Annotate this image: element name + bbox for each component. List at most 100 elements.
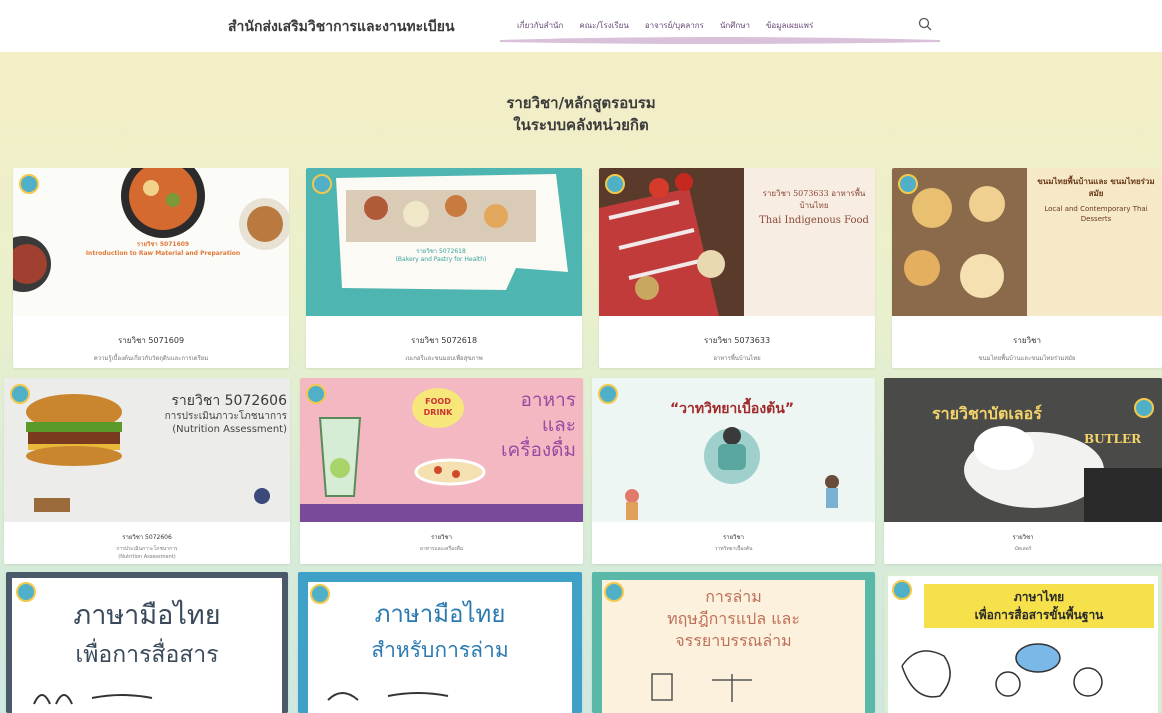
thumb-title: ขนมไทยพื้นบ้านและ ขนมไทยร่วมสมัย	[1037, 177, 1155, 198]
handshake-icon	[327, 692, 449, 701]
course-card[interactable]: รายวิชาบัตเลอร์ BUTLER รายวิชา บัตเลอร์	[884, 378, 1162, 564]
card-caption: รายวิชา ขนมไทยพื้นบ้านและขนมไทยร่วมสมัย	[892, 334, 1162, 363]
course-card[interactable]: รายวิชา 5072618 (Bakery and Pastry for H…	[306, 168, 582, 368]
thumb-title: รายวิชาบัตเลอร์	[932, 404, 1042, 423]
course-thumbnail: ภาษามือไทย เพื่อการสื่อสาร	[12, 578, 282, 713]
course-card[interactable]: รายวิชา 5072606 การประเมินภาวะโภชนาการ (…	[4, 378, 290, 564]
thumb-title: “วาทวิทยาเบื้องต้น”	[669, 401, 795, 417]
course-card[interactable]: รายวิชา 5073633 อาหารพื้นบ้านไทย Thai In…	[599, 168, 875, 368]
main-nav: เกี่ยวกับสำนัก คณะ/โรงเรียน อาจารย์/บุคล…	[517, 19, 829, 32]
search-icon[interactable]	[917, 16, 933, 32]
card-caption: รายวิชา 5073633 อาหารพื้นบ้านไทย	[599, 334, 875, 363]
tag-drink: DRINK	[423, 408, 453, 417]
course-name: วาทวิทยาเบื้องต้น	[714, 546, 753, 552]
course-name: อาหารพื้นบ้านไทย	[713, 355, 761, 362]
course-code: รายวิชา	[1012, 534, 1034, 541]
thumb-line-1: ภาษาไทย	[1013, 590, 1065, 604]
university-logo	[312, 174, 332, 194]
card-caption: รายวิชา 5071609 ความรู้เบื้องต้นเกี่ยวกั…	[13, 334, 289, 363]
course-name-en: (Nutrition Assessment)	[118, 554, 176, 560]
course-card[interactable]: ภาษาไทย เพื่อการสื่อสารขั้นพื้นฐาน	[884, 572, 1162, 713]
card-caption: รายวิชา 5072606 การประเมินภาวะโภชนาการ (…	[4, 532, 290, 560]
nav-item-publications[interactable]: ข้อมูลเผยแพร่	[766, 19, 813, 32]
thumb-line-3: จรรยาบรรณล่าม	[675, 631, 792, 650]
thumb-title: รายวิชา 5072606	[171, 393, 287, 409]
communication-icon	[901, 643, 1103, 698]
course-code: รายวิชา 5071609	[117, 336, 185, 345]
university-logo	[892, 580, 912, 600]
university-logo	[898, 174, 918, 194]
thumb-word-3: เครื่องดื่ม	[501, 439, 576, 461]
course-code: รายวิชา	[723, 534, 744, 541]
course-card[interactable]: การล่าม ทฤษฎีการแปล และ จรรยาบรรณล่าม	[592, 572, 875, 713]
course-code: รายวิชา 5072618	[410, 336, 478, 345]
page-heading: รายวิชา/หลักสูตรอบรม ในระบบคลังหน่วยกิต	[0, 92, 1162, 136]
course-thumbnail: รายวิชา 5073633 อาหารพื้นบ้านไทย Thai In…	[599, 168, 875, 316]
food-drink-tag: FOOD DRINK	[412, 388, 464, 428]
course-thumbnail: รายวิชา 5072606 การประเมินภาวะโภชนาการ (…	[4, 378, 290, 522]
course-name: ความรู้เบื้องต้นเกี่ยวกับวัตถุดิบและการเ…	[93, 355, 209, 362]
course-name: บัตเลอร์	[1014, 546, 1032, 552]
hands-icon	[33, 694, 153, 705]
course-thumbnail: “วาทวิทยาเบื้องต้น”	[592, 378, 875, 522]
tag-food: FOOD	[425, 397, 451, 406]
thumb-line-2: เพื่อการสื่อสาร	[75, 642, 219, 668]
course-card[interactable]: รายวิชา 5071609 Introduction to Raw Mate…	[13, 168, 289, 368]
thumb-subtitle: Thai Indigenous Food	[759, 215, 869, 226]
university-logo	[598, 384, 618, 404]
thumb-banner: ภาษาไทย เพื่อการสื่อสารขั้นพื้นฐาน	[924, 584, 1154, 628]
thumb-subtitle-en: (Nutrition Assessment)	[172, 424, 287, 435]
course-thumbnail: ขนมไทยพื้นบ้านและ ขนมไทยร่วมสมัย Local a…	[892, 168, 1162, 316]
thumb-line-2: เพื่อการสื่อสารขั้นพื้นฐาน	[974, 608, 1104, 622]
site-title[interactable]: สำนักส่งเสริมวิชาการและงานทะเบียน	[228, 16, 455, 38]
university-logo	[19, 174, 39, 194]
nav-item-faculties[interactable]: คณะ/โรงเรียน	[579, 19, 628, 32]
university-logo	[1134, 398, 1154, 418]
course-card[interactable]: ขนมไทยพื้นบ้านและ ขนมไทยร่วมสมัย Local a…	[892, 168, 1162, 368]
course-thumbnail: รายวิชาบัตเลอร์ BUTLER	[884, 378, 1162, 522]
course-card[interactable]: ภาษามือไทย เพื่อการสื่อสาร	[6, 572, 288, 713]
course-code: รายวิชา	[1013, 336, 1041, 345]
thumb-line-2: ทฤษฎีการแปล และ	[667, 609, 800, 628]
thumb-word-1: อาหาร	[520, 389, 576, 411]
thumb-title: รายวิชา 5071609	[136, 241, 190, 248]
course-thumbnail: รายวิชา 5072618 (Bakery and Pastry for H…	[306, 168, 582, 316]
nav-accent-underline	[500, 37, 940, 44]
course-card[interactable]: FOOD DRINK อาหาร และ เครื่องดื่ม รายวิชา…	[300, 378, 583, 564]
course-thumbnail: FOOD DRINK อาหาร และ เครื่องดื่ม	[300, 378, 583, 522]
bakery-image	[336, 174, 568, 290]
course-thumbnail: ภาษามือไทย สำหรับการล่าม	[308, 582, 572, 713]
scales-icon	[651, 673, 752, 702]
nav-item-staff[interactable]: อาจารย์/บุคลากร	[645, 19, 704, 32]
university-logo	[10, 384, 30, 404]
course-thumbnail: รายวิชา 5071609 Introduction to Raw Mate…	[13, 168, 289, 316]
university-logo	[306, 384, 326, 404]
course-name: การประเมินภาวะโภชนาการ	[116, 546, 178, 552]
thumb-subtitle: Local and Contemporary Thai Desserts	[1044, 205, 1148, 223]
course-name: อาหารและเครื่องดื่ม	[419, 546, 464, 552]
thumb-title: รายวิชา 5072618	[416, 248, 466, 255]
course-code: รายวิชา	[431, 534, 452, 541]
card-caption: รายวิชา วาทวิทยาเบื้องต้น	[592, 532, 875, 553]
card-caption: รายวิชา บัตเลอร์	[884, 532, 1162, 553]
heading-line-1: รายวิชา/หลักสูตรอบรม	[506, 94, 656, 112]
course-card[interactable]: “วาทวิทยาเบื้องต้น” รายวิชา วาทวิทยาเบื้…	[592, 378, 875, 564]
thumb-subtitle: Introduction to Raw Material and Prepara…	[85, 250, 241, 257]
thumb-line-1: ภาษามือไทย	[73, 600, 221, 631]
thumb-subtitle: BUTLER	[1084, 432, 1142, 446]
nav-item-students[interactable]: นักศึกษา	[720, 19, 750, 32]
thumb-word-2: และ	[541, 414, 576, 436]
thumb-line-2: สำหรับการล่าม	[371, 638, 509, 662]
thumb-subtitle: การประเมินภาวะโภชนาการ	[164, 411, 287, 422]
card-caption: รายวิชา 5072618 เบเกอรีและขนมอบเพื่อสุขภ…	[306, 334, 582, 363]
thumb-subtitle: (Bakery and Pastry for Health)	[395, 256, 487, 263]
thumb-line-1: ภาษามือไทย	[374, 600, 506, 628]
thumb-line-1: การล่าม	[705, 587, 762, 606]
course-card[interactable]: ภาษามือไทย สำหรับการล่าม	[298, 572, 582, 713]
butler-image	[884, 378, 1162, 522]
course-name: เบเกอรีและขนมอบเพื่อสุขภาพ	[405, 355, 483, 362]
nav-item-about[interactable]: เกี่ยวกับสำนัก	[517, 19, 563, 32]
top-navigation-bar: สำนักส่งเสริมวิชาการและงานทะเบียน เกี่ยว…	[0, 0, 1162, 52]
course-code: รายวิชา 5072606	[122, 534, 172, 541]
course-thumbnail: ภาษาไทย เพื่อการสื่อสารขั้นพื้นฐาน	[888, 576, 1158, 713]
